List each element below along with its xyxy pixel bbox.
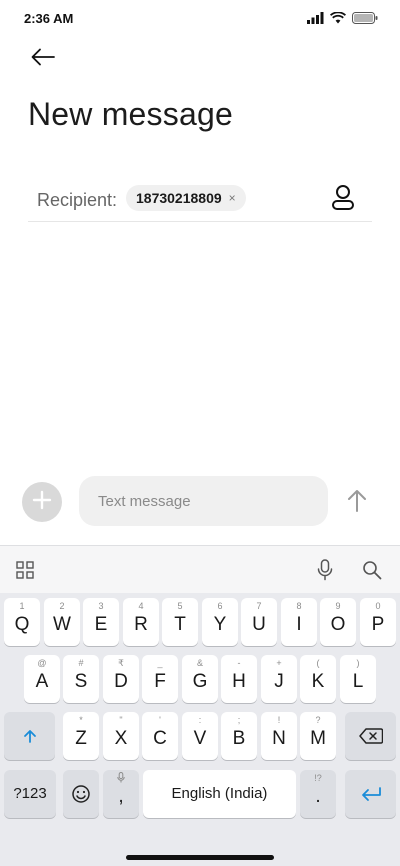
emoji-key[interactable] xyxy=(63,770,99,818)
microphone-icon[interactable] xyxy=(313,558,337,582)
enter-key[interactable] xyxy=(345,770,396,818)
key-n[interactable]: ! N xyxy=(261,712,297,760)
key-k[interactable]: (K xyxy=(300,655,336,703)
signal-icon xyxy=(307,11,324,29)
key-s[interactable]: # S xyxy=(63,655,99,703)
recipient-row[interactable]: Recipient: 18730218809 × xyxy=(28,176,372,222)
status-time: 2:36 AM xyxy=(24,11,74,26)
key-y[interactable]: 6Y xyxy=(202,598,238,646)
enter-icon xyxy=(345,783,396,805)
key-t[interactable]: 5T xyxy=(162,598,198,646)
status-icons xyxy=(307,11,378,29)
microphone-icon xyxy=(103,772,139,785)
contact-picker-button[interactable] xyxy=(328,184,358,214)
keyboard: 1Q 2W 3E 4R 5T 6Y 7U 8I 9O 0P @ A # S ₹ D _… xyxy=(0,545,400,866)
status-bar: 2:36 AM xyxy=(0,0,400,38)
key-v[interactable]: :V xyxy=(182,712,218,760)
key-z[interactable]: * Z xyxy=(63,712,99,760)
key-x[interactable]: " X xyxy=(103,712,139,760)
recipient-number: 18730218809 xyxy=(136,190,222,206)
key-w[interactable]: 2W xyxy=(44,598,80,646)
attach-button[interactable] xyxy=(22,482,62,522)
key-l[interactable]: ) L xyxy=(340,655,376,703)
key-f[interactable]: _ F xyxy=(142,655,178,703)
battery-icon xyxy=(352,11,378,29)
key-i[interactable]: 8I xyxy=(281,598,317,646)
key-o[interactable]: 9O xyxy=(320,598,356,646)
recipient-label: Recipient: xyxy=(37,190,118,210)
emoji-icon xyxy=(63,783,99,805)
keyboard-toolbar xyxy=(0,545,400,593)
key-d[interactable]: ₹ D xyxy=(103,655,139,703)
key-u[interactable]: 7U xyxy=(241,598,277,646)
key-b[interactable]: ; B xyxy=(221,712,257,760)
send-button[interactable] xyxy=(340,486,374,520)
key-j[interactable]: + J xyxy=(261,655,297,703)
key-m[interactable]: ? M xyxy=(300,712,336,760)
home-indicator[interactable] xyxy=(126,855,274,860)
person-icon xyxy=(331,184,355,215)
search-icon[interactable] xyxy=(360,558,384,582)
backspace-icon xyxy=(345,725,396,747)
plus-icon xyxy=(32,490,52,515)
grid-icon[interactable] xyxy=(13,558,37,582)
key-e[interactable]: 3E xyxy=(83,598,119,646)
arrow-up-icon xyxy=(346,489,368,518)
key-q[interactable]: 1Q xyxy=(4,598,40,646)
key-p[interactable]: 0P xyxy=(360,598,396,646)
message-input[interactable] xyxy=(79,476,328,526)
backspace-key[interactable] xyxy=(345,712,396,760)
shift-arrow-icon xyxy=(4,725,55,747)
page-title: New message xyxy=(28,96,233,132)
recipient-chip[interactable]: 18730218809 × xyxy=(126,185,246,211)
arrow-left-icon xyxy=(31,48,55,71)
period-key[interactable]: !? . xyxy=(300,770,336,818)
back-button[interactable] xyxy=(26,44,60,74)
key-a[interactable]: @ A xyxy=(24,655,60,703)
space-key[interactable]: English (India) xyxy=(143,770,296,818)
key-g[interactable]: & G xyxy=(182,655,218,703)
wifi-icon xyxy=(329,11,347,29)
compose-bar xyxy=(0,476,400,528)
key-r[interactable]: 4R xyxy=(123,598,159,646)
key-c[interactable]: ' C xyxy=(142,712,178,760)
chip-remove-button[interactable]: × xyxy=(229,191,236,205)
comma-key[interactable]: , xyxy=(103,770,139,818)
shift-key[interactable] xyxy=(4,712,55,760)
key-h[interactable]: -H xyxy=(221,655,257,703)
symbols-key[interactable]: ?123 xyxy=(4,770,56,818)
